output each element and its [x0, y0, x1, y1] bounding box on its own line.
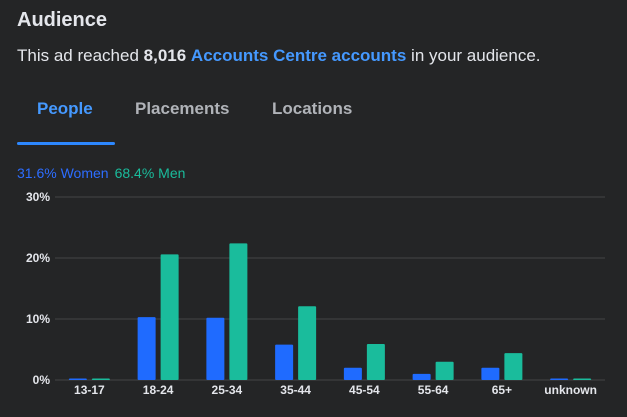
tab-locations[interactable]: Locations [272, 85, 352, 133]
age-gender-chart: 0% 10% 20% 30% 13-17 18-24 25-34 35-44 45-54 55-6… [0, 185, 627, 417]
x-tick-label: 65+ [492, 383, 512, 397]
bar-women-35-44 [275, 344, 294, 380]
bar-women-45-54 [343, 367, 362, 380]
bar-men-55-64 [435, 361, 454, 380]
bar-men-45-54 [366, 344, 385, 380]
x-tick-label: 25-34 [212, 383, 243, 397]
y-tick-label: 30% [26, 190, 50, 204]
bar-men-65+ [504, 353, 523, 380]
bar-men-unknown [573, 378, 592, 380]
bar-men-25-34 [229, 243, 248, 380]
women-share: 31.6% Women [17, 165, 109, 181]
active-tab-indicator [17, 142, 115, 145]
x-tick-label: unknown [544, 383, 597, 397]
accounts-centre-link[interactable]: Accounts Centre accounts [191, 46, 406, 65]
x-tick-label: 45-54 [349, 383, 380, 397]
age-gender-chart-svg: 0% 10% 20% 30% 13-17 18-24 25-34 35-44 45-54 55-6… [26, 190, 605, 397]
y-tick-label: 20% [26, 251, 50, 265]
reach-suffix: in your audience. [406, 46, 541, 65]
gender-split: 31.6% Women 68.4% Men [17, 165, 185, 181]
bar-men-35-44 [298, 306, 317, 380]
audience-title: Audience [17, 9, 108, 31]
bar-men-13-17 [91, 378, 110, 380]
bar-women-65+ [481, 367, 500, 380]
reach-count: 8,016 [143, 46, 187, 65]
tab-placements[interactable]: Placements [135, 85, 230, 133]
audience-tabs: People Placements Locations [17, 85, 617, 147]
men-share: 68.4% Men [114, 165, 186, 181]
y-tick-label: 10% [26, 312, 50, 326]
bar-women-55-64 [412, 373, 431, 380]
bar-women-13-17 [68, 378, 87, 380]
y-tick-label: 0% [33, 373, 51, 387]
x-tick-label: 13-17 [74, 383, 105, 397]
bar-men-18-24 [160, 254, 179, 380]
reach-prefix: This ad reached [17, 46, 144, 65]
tab-people[interactable]: People [37, 85, 93, 133]
x-tick-label: 35-44 [280, 383, 311, 397]
bar-women-18-24 [137, 317, 156, 380]
x-tick-label: 55-64 [418, 383, 449, 397]
x-tick-label: 18-24 [143, 383, 174, 397]
bar-women-unknown [550, 378, 569, 380]
reach-summary: This ad reached 8,016 Accounts Centre ac… [17, 45, 541, 67]
bar-women-25-34 [206, 317, 225, 380]
